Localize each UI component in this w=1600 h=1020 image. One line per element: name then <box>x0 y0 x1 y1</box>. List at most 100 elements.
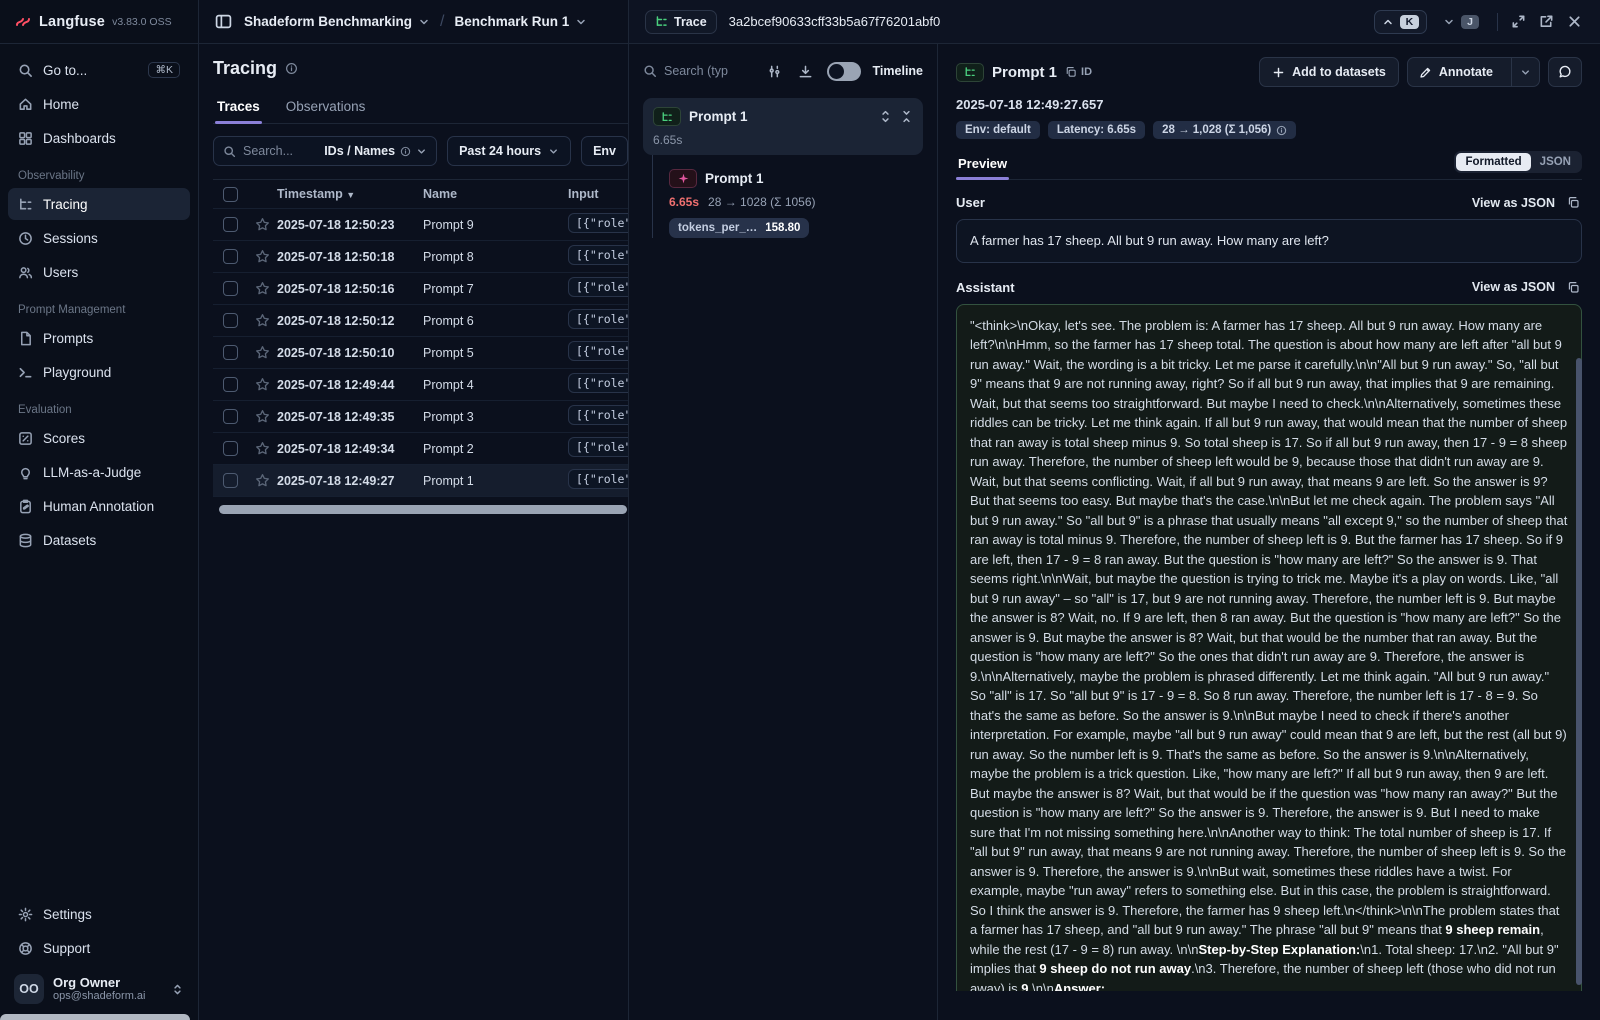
row-checkbox[interactable] <box>223 249 238 264</box>
table-row[interactable]: 2025-07-18 12:49:34 Prompt 2 [{"role":"u… <box>213 433 628 465</box>
tab-observations[interactable]: Observations <box>284 93 368 123</box>
chevron-down-icon <box>416 146 427 157</box>
sidebar-item-playground[interactable]: Playground <box>8 356 190 388</box>
col-input[interactable]: Input <box>568 187 628 201</box>
sidebar-item-human-annotation[interactable]: Human Annotation <box>8 490 190 522</box>
user-section-label: User <box>956 195 985 210</box>
vertical-scrollbar[interactable] <box>1576 358 1582 985</box>
annotate-button[interactable]: Annotate <box>1407 57 1540 87</box>
sidebar-item-home[interactable]: Home <box>8 88 190 120</box>
sidebar-item-datasets[interactable]: Datasets <box>8 524 190 556</box>
row-checkbox[interactable] <box>223 217 238 232</box>
star-icon[interactable] <box>255 409 277 424</box>
row-checkbox[interactable] <box>223 473 238 488</box>
next-trace-button[interactable]: J <box>1436 11 1486 33</box>
tree-root-item[interactable]: Prompt 1 6.65s <box>643 98 923 155</box>
timeline-toggle[interactable] <box>827 62 861 81</box>
star-icon[interactable] <box>255 441 277 456</box>
search-mode-dropdown[interactable]: IDs / Names <box>324 144 427 158</box>
filter-sliders-icon[interactable] <box>765 62 784 81</box>
sidebar-item-dashboards[interactable]: Dashboards <box>8 122 190 154</box>
row-checkbox[interactable] <box>223 345 238 360</box>
add-to-datasets-button[interactable]: Add to datasets <box>1259 57 1399 87</box>
table-row[interactable]: 2025-07-18 12:50:18 Prompt 8 [{"role":"u… <box>213 241 628 273</box>
sidebar-item-scores[interactable]: Scores <box>8 422 190 454</box>
breadcrumb-project[interactable]: Benchmark Run 1 <box>455 14 588 29</box>
section-observability: Observability <box>18 170 180 182</box>
table-row[interactable]: 2025-07-18 12:49:27 Prompt 1 [{"role":"u… <box>213 465 628 497</box>
file-icon <box>18 331 33 346</box>
env-filter-button[interactable]: Env <box>581 136 628 166</box>
format-json[interactable]: JSON <box>1531 153 1580 171</box>
sidebar-item-goto[interactable]: Go to... ⌘K <box>8 54 190 86</box>
search-input[interactable]: Search... IDs / Names <box>213 136 437 166</box>
row-checkbox[interactable] <box>223 281 238 296</box>
tree-root-title: Prompt 1 <box>689 109 748 124</box>
human-annotation-label: Human Annotation <box>43 499 154 514</box>
copy-id-button[interactable]: ID <box>1065 66 1092 78</box>
table-row[interactable]: 2025-07-18 12:49:44 Prompt 4 [{"role":"u… <box>213 369 628 401</box>
col-timestamp[interactable]: Timestamp ▼ <box>277 187 423 201</box>
sidebar-item-users[interactable]: Users <box>8 256 190 288</box>
format-formatted[interactable]: Formatted <box>1456 153 1530 171</box>
row-checkbox[interactable] <box>223 441 238 456</box>
tree-child-item[interactable]: Prompt 1 6.65s 28 → 1028 (Σ 1056) tokens… <box>652 155 923 238</box>
table-row[interactable]: 2025-07-18 12:50:10 Prompt 5 [{"role":"u… <box>213 337 628 369</box>
star-icon[interactable] <box>255 345 277 360</box>
chevron-down-icon <box>418 16 430 28</box>
tab-preview[interactable]: Preview <box>956 152 1009 179</box>
generation-icon <box>669 169 697 188</box>
sidebar-item-tracing[interactable]: Tracing <box>8 188 190 220</box>
copy-icon[interactable] <box>1565 194 1582 211</box>
sidebar-item-llm-judge[interactable]: LLM-as-a-Judge <box>8 456 190 488</box>
tab-traces[interactable]: Traces <box>215 93 262 123</box>
info-icon[interactable] <box>285 62 298 75</box>
sidebar-item-support[interactable]: Support <box>8 932 190 964</box>
panel-toggle-icon[interactable] <box>213 11 234 32</box>
star-icon[interactable] <box>255 313 277 328</box>
table-row[interactable]: 2025-07-18 12:50:16 Prompt 7 [{"role":"u… <box>213 273 628 305</box>
dashboards-icon <box>18 131 33 146</box>
col-name[interactable]: Name <box>423 187 568 201</box>
close-icon[interactable] <box>1565 12 1584 31</box>
fold-vertical-icon[interactable] <box>900 110 913 123</box>
row-input-preview: [{"role":"use <box>568 373 628 393</box>
copy-icon[interactable] <box>1565 279 1582 296</box>
open-external-icon[interactable] <box>1537 12 1556 31</box>
star-icon[interactable] <box>255 377 277 392</box>
star-icon[interactable] <box>255 249 277 264</box>
download-icon[interactable] <box>796 62 815 81</box>
star-icon[interactable] <box>255 281 277 296</box>
table-row[interactable]: 2025-07-18 12:50:23 Prompt 9 [{"role":"u… <box>213 209 628 241</box>
row-checkbox[interactable] <box>223 377 238 392</box>
token-usage-badge[interactable]: 28 → 1,028 (Σ 1,056) <box>1153 121 1296 139</box>
row-checkbox[interactable] <box>223 313 238 328</box>
trace-id: 3a2bcef90633cff33b5a67f76201abf0 <box>729 14 941 29</box>
assistant-view-as-json[interactable]: View as JSON <box>1472 280 1555 294</box>
time-range-button[interactable]: Past 24 hours <box>447 136 571 166</box>
expand-icon[interactable] <box>1509 12 1528 31</box>
annotate-dropdown-chevron[interactable] <box>1511 58 1539 86</box>
select-all-checkbox[interactable] <box>223 187 238 202</box>
table-row[interactable]: 2025-07-18 12:50:12 Prompt 6 [{"role":"u… <box>213 305 628 337</box>
comments-button[interactable] <box>1548 57 1582 87</box>
row-checkbox[interactable] <box>223 409 238 424</box>
account-menu[interactable]: OO Org Owner ops@shadeform.ai <box>8 966 190 1012</box>
star-icon[interactable] <box>255 473 277 488</box>
user-view-as-json[interactable]: View as JSON <box>1472 196 1555 210</box>
breadcrumb-org[interactable]: Shadeform Benchmarking <box>244 14 430 29</box>
horizontal-scrollbar[interactable] <box>219 505 627 514</box>
tree-search-input[interactable]: Search (typ <box>643 64 753 78</box>
main-area: Shadeform Benchmarking / Benchmark Run 1… <box>199 0 628 1020</box>
sidebar-item-sessions[interactable]: Sessions <box>8 222 190 254</box>
sidebar-item-settings[interactable]: Settings <box>8 898 190 930</box>
timeline-label: Timeline <box>873 64 923 78</box>
star-icon[interactable] <box>255 217 277 232</box>
sidebar-item-prompts[interactable]: Prompts <box>8 322 190 354</box>
table-row[interactable]: 2025-07-18 12:49:35 Prompt 3 [{"role":"u… <box>213 401 628 433</box>
row-name: Prompt 6 <box>423 314 568 328</box>
unfold-vertical-icon[interactable] <box>879 110 892 123</box>
prev-trace-button[interactable]: K <box>1374 10 1428 34</box>
row-input-preview: [{"role":"use <box>568 405 628 425</box>
row-timestamp: 2025-07-18 12:50:23 <box>277 218 423 232</box>
